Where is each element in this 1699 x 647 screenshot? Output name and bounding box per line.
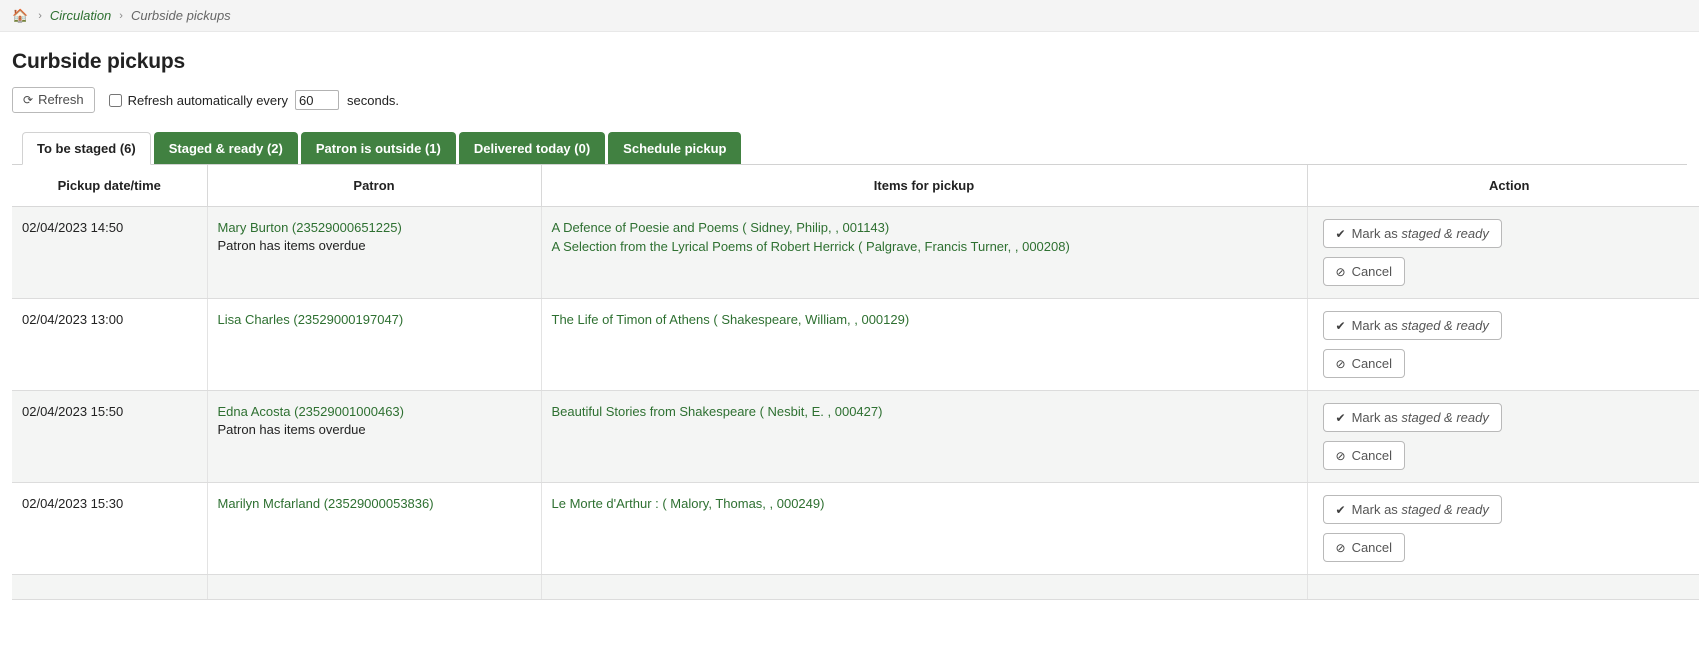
check-icon: ✔ — [1336, 504, 1346, 516]
item-link[interactable]: A Selection from the Lyrical Poems of Ro… — [552, 238, 1299, 256]
cell-patron: Marilyn Mcfarland (23529000053836) — [207, 483, 541, 575]
cell-pickup-datetime: 02/04/2023 14:50 — [12, 207, 207, 299]
mark-staged-ready-emphasis: staged & ready — [1401, 502, 1488, 517]
mark-staged-ready-emphasis: staged & ready — [1401, 226, 1488, 241]
cancel-button-label: Cancel — [1352, 540, 1392, 555]
cell-pickup-datetime: 02/04/2023 13:00 — [12, 299, 207, 391]
ban-icon: ⊘ — [1336, 358, 1346, 370]
patron-overdue-note: Patron has items overdue — [218, 237, 533, 255]
tab-staged-ready[interactable]: Staged & ready (2) — [154, 132, 298, 164]
auto-refresh-checkbox[interactable] — [109, 94, 122, 107]
cell-patron: Lisa Charles (23529000197047) — [207, 299, 541, 391]
page-body: Curbside pickups ⟳ Refresh Refresh autom… — [0, 50, 1699, 600]
action-button-group: ✔ Mark as staged & ready ⊘ Cancel — [1318, 495, 1699, 562]
tab-bar: To be staged (6) Staged & ready (2) Patr… — [12, 132, 1687, 165]
cell-items-for-pickup — [541, 575, 1307, 600]
mark-staged-ready-label: Mark as staged & ready — [1352, 226, 1489, 241]
table-row: 02/04/2023 15:30 Marilyn Mcfarland (23529… — [12, 483, 1699, 575]
cell-items-for-pickup: A Defence of Poesie and Poems ( Sidney, … — [541, 207, 1307, 299]
column-header-action: Action — [1307, 165, 1699, 207]
check-icon: ✔ — [1336, 228, 1346, 240]
ban-icon: ⊘ — [1336, 266, 1346, 278]
table-row: 02/04/2023 15:50Edna Acosta (23529001000… — [12, 391, 1699, 483]
cancel-button-label: Cancel — [1352, 264, 1392, 279]
tab-delivered-today[interactable]: Delivered today (0) — [459, 132, 605, 164]
cancel-button-label: Cancel — [1352, 356, 1392, 371]
ban-icon: ⊘ — [1336, 542, 1346, 554]
column-header-items-for-pickup: Items for pickup — [541, 165, 1307, 207]
cell-action — [1307, 575, 1699, 600]
breadcrumb: 🏠 › Circulation › Curbside pickups — [0, 0, 1699, 32]
breadcrumb-item-circulation[interactable]: Circulation — [50, 8, 111, 23]
check-icon: ✔ — [1336, 412, 1346, 424]
item-link[interactable]: Le Morte d'Arthur : ( Malory, Thomas, , … — [552, 495, 1299, 513]
patron-overdue-note: Patron has items overdue — [218, 421, 533, 439]
breadcrumb-item-curbside-pickups: Curbside pickups — [131, 8, 231, 23]
cell-patron: Mary Burton (23529000651225) Patron has i… — [207, 207, 541, 299]
item-link[interactable]: Beautiful Stories from Shakespeare ( Nes… — [552, 403, 1299, 421]
tab-to-be-staged[interactable]: To be staged (6) — [22, 132, 151, 165]
cell-pickup-datetime — [12, 575, 207, 600]
refresh-seconds-suffix: seconds. — [347, 93, 399, 108]
mark-staged-ready-label: Mark as staged & ready — [1352, 318, 1489, 333]
item-link[interactable]: A Defence of Poesie and Poems ( Sidney, … — [552, 219, 1299, 237]
mark-staged-ready-emphasis: staged & ready — [1401, 410, 1488, 425]
patron-link[interactable]: Lisa Charles (23529000197047) — [218, 312, 404, 327]
mark-staged-ready-label: Mark as staged & ready — [1352, 410, 1489, 425]
cell-action: ✔ Mark as staged & ready ⊘ Cancel — [1307, 299, 1699, 391]
cancel-button[interactable]: ⊘ Cancel — [1323, 441, 1406, 470]
mark-staged-ready-label: Mark as staged & ready — [1352, 502, 1489, 517]
cell-action: ✔ Mark as staged & ready ⊘ Cancel — [1307, 391, 1699, 483]
cancel-button-label: Cancel — [1352, 448, 1392, 463]
table-header: Pickup date/time Patron Items for pickup… — [12, 165, 1699, 207]
breadcrumb-separator-1: › — [38, 10, 42, 22]
tab-schedule-pickup[interactable]: Schedule pickup — [608, 132, 741, 164]
mark-staged-ready-button[interactable]: ✔ Mark as staged & ready — [1323, 403, 1502, 432]
cell-items-for-pickup: Le Morte d'Arthur : ( Malory, Thomas, , … — [541, 483, 1307, 575]
cell-patron — [207, 575, 541, 600]
home-icon[interactable]: 🏠 — [12, 9, 28, 22]
refresh-button[interactable]: ⟳ Refresh — [12, 87, 95, 113]
cell-items-for-pickup: Beautiful Stories from Shakespeare ( Nes… — [541, 391, 1307, 483]
check-icon: ✔ — [1336, 320, 1346, 332]
table-header-row: Pickup date/time Patron Items for pickup… — [12, 165, 1699, 207]
patron-link[interactable]: Edna Acosta (23529001000463) — [218, 404, 405, 419]
mark-staged-ready-emphasis: staged & ready — [1401, 318, 1488, 333]
cancel-button[interactable]: ⊘ Cancel — [1323, 257, 1406, 286]
cell-action: ✔ Mark as staged & ready ⊘ Cancel — [1307, 483, 1699, 575]
mark-staged-ready-button[interactable]: ✔ Mark as staged & ready — [1323, 495, 1502, 524]
table-row — [12, 575, 1699, 600]
breadcrumb-separator-2: › — [119, 10, 123, 22]
action-button-group: ✔ Mark as staged & ready ⊘ Cancel — [1318, 219, 1699, 286]
curbside-pickups-table: Pickup date/time Patron Items for pickup… — [12, 165, 1699, 600]
mark-staged-ready-button[interactable]: ✔ Mark as staged & ready — [1323, 311, 1502, 340]
refresh-icon: ⟳ — [23, 94, 33, 106]
cancel-button[interactable]: ⊘ Cancel — [1323, 349, 1406, 378]
cell-patron: Edna Acosta (23529001000463) Patron has i… — [207, 391, 541, 483]
cell-pickup-datetime: 02/04/2023 15:50 — [12, 391, 207, 483]
refresh-button-label: Refresh — [38, 92, 84, 108]
cell-items-for-pickup: The Life of Timon of Athens ( Shakespear… — [541, 299, 1307, 391]
cell-pickup-datetime: 02/04/2023 15:30 — [12, 483, 207, 575]
cancel-button[interactable]: ⊘ Cancel — [1323, 533, 1406, 562]
tab-patron-is-outside[interactable]: Patron is outside (1) — [301, 132, 456, 164]
action-button-group: ✔ Mark as staged & ready ⊘ Cancel — [1318, 403, 1699, 470]
column-header-pickup-datetime: Pickup date/time — [12, 165, 207, 207]
mark-staged-ready-button[interactable]: ✔ Mark as staged & ready — [1323, 219, 1502, 248]
table-row: 02/04/2023 14:50Mary Burton (23529000651… — [12, 207, 1699, 299]
ban-icon: ⊘ — [1336, 450, 1346, 462]
table-row: 02/04/2023 13:00 Lisa Charles (2352900019… — [12, 299, 1699, 391]
refresh-seconds-input[interactable] — [295, 90, 339, 110]
column-header-patron: Patron — [207, 165, 541, 207]
patron-link[interactable]: Marilyn Mcfarland (23529000053836) — [218, 496, 434, 511]
item-link[interactable]: The Life of Timon of Athens ( Shakespear… — [552, 311, 1299, 329]
auto-refresh-label: Refresh automatically every — [128, 93, 288, 108]
table-body: 02/04/2023 14:50Mary Burton (23529000651… — [12, 207, 1699, 600]
page-title: Curbside pickups — [12, 50, 1687, 74]
patron-link[interactable]: Mary Burton (23529000651225) — [218, 220, 402, 235]
refresh-toolbar: ⟳ Refresh Refresh automatically every se… — [12, 87, 1687, 113]
action-button-group: ✔ Mark as staged & ready ⊘ Cancel — [1318, 311, 1699, 378]
cell-action: ✔ Mark as staged & ready ⊘ Cancel — [1307, 207, 1699, 299]
